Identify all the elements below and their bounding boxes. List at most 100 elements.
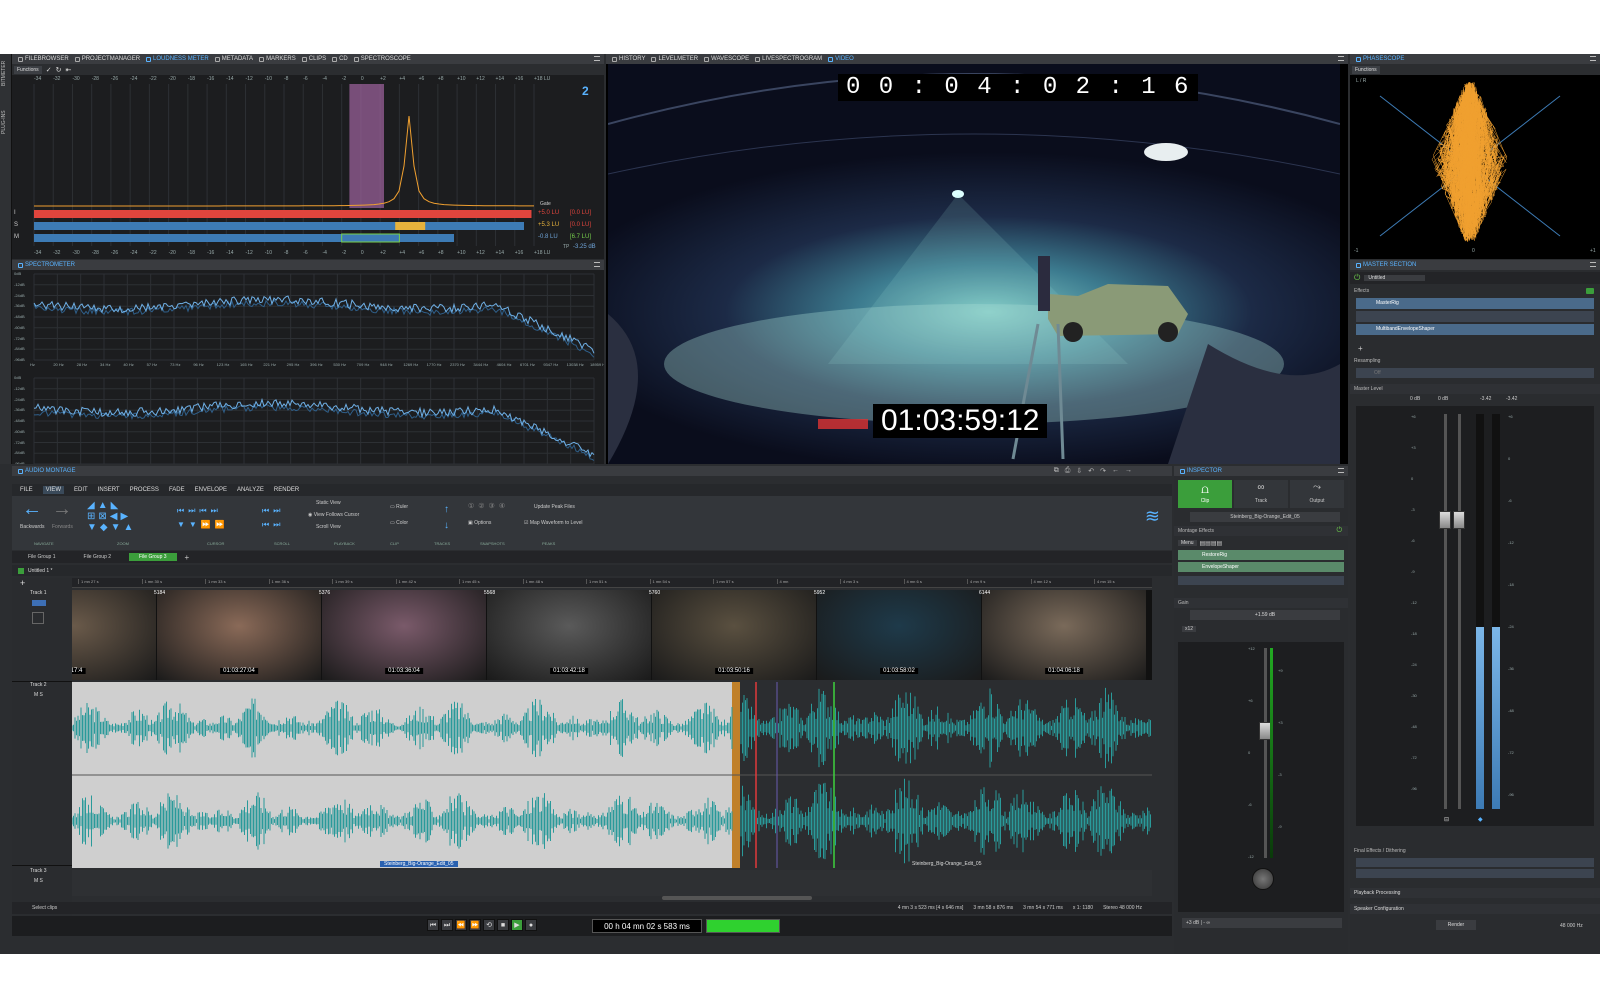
montage-effect-slot-0[interactable]: RestoreRig [1178, 550, 1344, 560]
forwards-arrow-icon[interactable]: → [52, 498, 72, 521]
color-button[interactable]: ▭ Color [390, 520, 408, 526]
track-3-lane[interactable] [72, 870, 1152, 896]
scroll-view-option[interactable]: Scroll View [316, 524, 341, 530]
lock-icon[interactable]: ◆ [1478, 816, 1483, 823]
track-3-name[interactable]: Track 3 [30, 868, 46, 874]
left-tab-5[interactable]: CLIPS [301, 56, 326, 62]
refresh-icon[interactable]: ↻ [56, 66, 62, 74]
left-tab-3[interactable]: METADATA [214, 56, 253, 62]
tab-inspector[interactable]: INSPECTOR [1180, 468, 1222, 474]
montage-menu-file[interactable]: FILE [20, 487, 33, 493]
undo-icon[interactable]: ↶ [1088, 467, 1094, 475]
rewind-icon[interactable]: ⏪ [455, 919, 467, 931]
master-plugin-slot-1[interactable] [1356, 311, 1594, 322]
center-tab-3[interactable]: LIVESPECTROGRAM [755, 56, 822, 62]
file-group-tab-1[interactable]: File Group 1 [18, 553, 66, 561]
montage-menu-view[interactable]: VIEW [42, 486, 65, 494]
view-follows-cursor-option[interactable]: ◉ View Follows Cursor [308, 512, 359, 518]
inspector-bottom-value[interactable]: +3 dB | - ∞ [1182, 918, 1342, 928]
track-2-mute-button[interactable]: M S [34, 692, 43, 698]
master-fader-handle-right[interactable] [1453, 511, 1465, 529]
center-tab-1[interactable]: LEVELMETER [651, 56, 698, 62]
montage-effects-empty-slot[interactable] [1178, 576, 1344, 585]
add-file-group-icon[interactable]: + [185, 553, 190, 562]
timeline-ruler[interactable]: 1 mn 27 s 1 mn 30 s 1 mn 33 s 1 mn 36 s 1 mn… [72, 578, 1152, 588]
center-tab-2[interactable]: WAVESCOPE [704, 56, 749, 62]
update-peak-files-button[interactable]: Update Peak Files [534, 504, 575, 510]
montage-menu-envelope[interactable]: ENVELOPE [195, 487, 227, 493]
side-tab-plugins[interactable]: PLUG-INS [1, 104, 7, 134]
fast-forward-icon[interactable]: ⏩ [469, 919, 481, 931]
x12-button[interactable]: x12 [1182, 626, 1197, 632]
montage-menu-process[interactable]: PROCESS [130, 487, 159, 493]
master-menu-icon[interactable] [1590, 262, 1596, 267]
spectrometer-menu-icon[interactable] [594, 262, 600, 267]
map-waveform-checkbox[interactable]: ☑ Map Waveform to Level [524, 520, 583, 526]
tab-spectrometer[interactable]: SPECTROMETER [18, 262, 75, 268]
inspector-menu-icon[interactable] [1338, 468, 1344, 473]
montage-effects-power-icon[interactable]: ⏻ [1336, 527, 1342, 535]
master-plugin-slot-0[interactable]: MasterRig [1356, 298, 1594, 309]
options-button[interactable]: ▣ Options [468, 520, 491, 526]
toolbar-icon-1[interactable]: ⧉ [1054, 467, 1059, 475]
left-tab-6[interactable]: CD [332, 56, 348, 62]
side-tab-bitmeter[interactable]: BITMETER [1, 56, 7, 86]
file-group-tab-3[interactable]: File Group 3 [129, 553, 177, 561]
gain-value[interactable]: +1.59 dB [1190, 610, 1340, 620]
redo-icon[interactable]: ↷ [1100, 467, 1106, 475]
inspector-tab-clip[interactable]: ⩍ Clip [1178, 480, 1232, 508]
panel-menu-icon[interactable] [594, 56, 600, 61]
master-fader-handle-left[interactable] [1439, 511, 1451, 529]
montage-menu-render[interactable]: RENDER [274, 487, 299, 493]
center-tab-0[interactable]: HISTORY [612, 56, 645, 62]
montage-effect-slot-1[interactable]: EnvelopeShaper [1178, 562, 1344, 572]
scroll-buttons[interactable]: ⏮⏭ ⏮⏭ [262, 504, 302, 534]
phase-functions-button[interactable]: Functions [1352, 65, 1380, 74]
snapshot-buttons[interactable]: ①②③④ [468, 502, 509, 510]
toolbar-icon-3[interactable]: ⇩ [1076, 467, 1082, 475]
inspector-tab-output[interactable]: ⤳ Output [1290, 480, 1344, 508]
add-track-icon[interactable]: + [20, 578, 25, 588]
static-view-option[interactable]: Static View [316, 500, 341, 506]
play-icon[interactable]: ▶ [511, 919, 523, 931]
left-tab-7[interactable]: SPECTROSCOPE [353, 56, 411, 62]
record-icon[interactable]: ● [525, 919, 537, 931]
playback-processing-row[interactable]: Playback Processing [1350, 888, 1600, 898]
montage-doc-title[interactable]: Untitled 1 * [28, 568, 52, 574]
tab-audio-montage[interactable]: AUDIO MONTAGE [18, 468, 76, 474]
backwards-arrow-icon[interactable]: ← [22, 498, 42, 521]
master-preset-name[interactable]: Untitled [1364, 275, 1426, 281]
master-plugin-slot-2[interactable]: MultibandEnvelopeShaper [1356, 324, 1594, 335]
tab-master-section[interactable]: MASTER SECTION [1356, 262, 1416, 268]
cursor-buttons[interactable]: ⏮⏭⏮⏭ ▼▼⏩⏩ [177, 504, 257, 534]
resampling-slot[interactable]: Off [1356, 368, 1594, 378]
add-plugin-icon[interactable]: + [1358, 344, 1363, 353]
audio-track-waveform[interactable] [72, 682, 1152, 868]
montage-effects-menu-button[interactable]: Menu [1178, 540, 1197, 546]
montage-scrollbar[interactable] [662, 896, 812, 900]
track-3-mute-button[interactable]: M S [34, 878, 43, 884]
power-icon[interactable]: ⏻ [1354, 273, 1360, 283]
left-tab-1[interactable]: PROJECTMANAGER [74, 56, 140, 62]
file-group-tab-2[interactable]: File Group 2 [74, 553, 122, 561]
prev-marker-icon[interactable]: ⏭ [441, 919, 453, 931]
track-1-video-icon[interactable] [32, 600, 46, 606]
track-2-name[interactable]: Track 2 [30, 682, 46, 688]
inspector-clip-name[interactable]: Steinberg_Big-Orange_Edit_05 [1190, 512, 1340, 522]
forward-icon[interactable]: → [1125, 467, 1132, 475]
stop-icon[interactable]: ■ [497, 919, 509, 931]
final-effects-slot-1[interactable] [1356, 858, 1594, 867]
ruler-button[interactable]: ▭ Ruler [390, 504, 408, 510]
functions-button[interactable]: Functions [14, 65, 42, 74]
left-tab-0[interactable]: FILEBROWSER [18, 56, 69, 62]
left-tab-4[interactable]: MARKERS [259, 56, 296, 62]
check-icon[interactable]: ✓ [46, 66, 52, 74]
montage-menu-edit[interactable]: EDIT [74, 487, 88, 493]
montage-menu-fade[interactable]: FADE [169, 487, 185, 493]
final-effects-slot-2[interactable] [1356, 869, 1594, 878]
rewind-start-icon[interactable]: ⏮ [427, 919, 439, 931]
phasescope-menu-icon[interactable] [1590, 56, 1596, 61]
toolbar-icon-2[interactable]: ⎙ [1065, 467, 1071, 475]
tracks-buttons[interactable]: ↑ ↓ [444, 502, 449, 534]
link-icon[interactable]: ⊟ [1444, 816, 1449, 823]
